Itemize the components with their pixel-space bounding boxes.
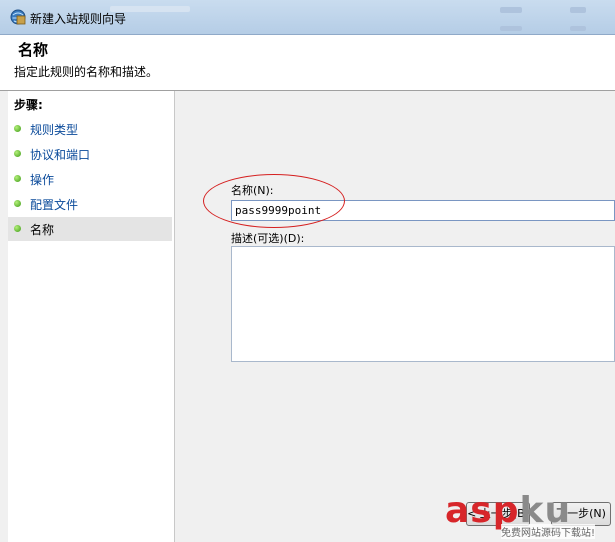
step-label: 操作: [30, 173, 55, 187]
window-title: 新建入站规则向导: [30, 12, 127, 26]
name-input[interactable]: [231, 200, 615, 221]
background-window-blur: [570, 7, 586, 13]
background-window-blur: [570, 26, 586, 31]
step-label: 协议和端口: [30, 148, 91, 162]
page-title: 名称: [18, 41, 49, 59]
step-protocol-ports[interactable]: 协议和端口: [8, 142, 172, 166]
firewall-wizard-icon: [10, 9, 26, 25]
steps-sidebar: 步骤: 规则类型 协议和端口 操作 配置文件 名称: [8, 91, 175, 542]
background-window-blur: [500, 7, 522, 13]
background-window-blur: [110, 6, 190, 12]
step-label: 名称: [30, 223, 55, 237]
wizard-body: 步骤: 规则类型 协议和端口 操作 配置文件 名称 名称(N): 描述(可选)(…: [0, 91, 615, 542]
green-dot-icon: [14, 150, 21, 157]
wizard-content: 名称(N): 描述(可选)(D): < 上一步(B) 下一步(N): [176, 91, 615, 542]
name-label: 名称(N):: [231, 184, 274, 197]
site-watermark: aspku 免费网站源码下载站!: [445, 490, 615, 542]
green-dot-icon: [14, 175, 21, 182]
step-label: 规则类型: [30, 123, 79, 137]
green-dot-icon: [14, 200, 21, 207]
step-name[interactable]: 名称: [8, 217, 172, 241]
green-dot-icon: [14, 225, 21, 232]
green-dot-icon: [14, 125, 21, 132]
description-input[interactable]: [231, 246, 615, 362]
background-window-blur: [500, 26, 522, 31]
wizard-header: 名称 指定此规则的名称和描述。: [0, 35, 615, 91]
step-label: 配置文件: [30, 198, 79, 212]
step-rule-type[interactable]: 规则类型: [8, 117, 172, 141]
page-description: 指定此规则的名称和描述。: [14, 65, 159, 79]
steps-heading: 步骤:: [14, 98, 43, 112]
description-label: 描述(可选)(D):: [231, 232, 305, 245]
watermark-subtitle: 免费网站源码下载站!: [501, 524, 596, 539]
step-profile[interactable]: 配置文件: [8, 192, 172, 216]
step-action[interactable]: 操作: [8, 167, 172, 191]
title-bar: 新建入站规则向导: [0, 0, 615, 35]
